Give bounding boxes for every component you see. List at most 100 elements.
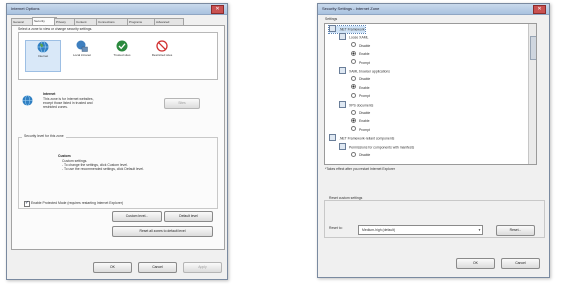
setting-option[interactable]: Enable (351, 84, 370, 92)
security-panel: Select a zone to view or change security… (11, 25, 225, 250)
radio-icon (351, 151, 356, 157)
chevron-down-icon: ▼ (478, 228, 481, 232)
protected-mode-checkbox[interactable] (24, 200, 30, 207)
setting-label: Prompt (359, 94, 370, 99)
title-bar: Internet Options ✕ (7, 4, 227, 15)
security-settings-dialog: Security Settings - Internet Zone ✕ Sett… (317, 3, 550, 278)
settings-group-icon (339, 67, 346, 74)
radio-icon (351, 92, 356, 98)
radio-icon (351, 42, 356, 48)
close-button[interactable]: ✕ (211, 5, 224, 14)
default-level-button[interactable]: Default level (164, 211, 213, 222)
radio-icon (351, 126, 356, 132)
settings-category-icon (329, 134, 336, 142)
setting-option[interactable]: Disable (351, 151, 371, 159)
setting-option[interactable]: Prompt (351, 92, 370, 100)
setting-group: Permissions for components with manifest… (339, 142, 415, 151)
setting-option[interactable]: Enable (351, 50, 370, 58)
settings-group-icon (339, 142, 346, 150)
radio-selected-icon (351, 50, 356, 56)
reset-to-value: Medium-high (default) (362, 228, 395, 232)
settings-tree: .NET Framework Loose XAML Disable Enable Pro… (324, 23, 537, 165)
zone-local-intranet[interactable]: Local intranet (65, 40, 99, 70)
reset-custom-label: Reset custom settings (327, 196, 365, 200)
setting-option[interactable]: Prompt (351, 126, 370, 134)
sites-button[interactable]: Sites (164, 98, 200, 109)
zone-label: Trusted sites (113, 53, 131, 57)
reset-to-select[interactable]: Medium-high (default) ▼ (358, 225, 483, 235)
custom-level-button[interactable]: Custom level... (112, 211, 162, 222)
zone-label: Local intranet (72, 53, 91, 57)
restart-note: *Takes effect after you restart Internet… (325, 167, 396, 171)
close-button[interactable]: ✕ (533, 5, 546, 14)
setting-category: .NET Framework (328, 25, 366, 34)
setting-label: .NET Framework-reliant components (339, 136, 395, 141)
reset-to-label: Reset to: (329, 226, 343, 230)
custom-line: - To use the recommended settings, click… (62, 167, 144, 171)
settings-label: Settings (325, 17, 338, 21)
internet-options-dialog: Internet Options ✕ General Security Priv… (6, 3, 228, 280)
setting-option[interactable]: Disable (351, 76, 370, 83)
setting-label: Enable (359, 85, 370, 90)
tab-strip: General Security Privacy Content Connect… (11, 17, 223, 26)
setting-option[interactable]: Disable (351, 109, 371, 117)
security-level-label: Security level for this zone (22, 134, 66, 138)
zone-list: Internet Local intranet Trusted sites Re… (18, 32, 218, 80)
settings-category-icon (329, 25, 336, 32)
tab-advanced[interactable]: Advanced (154, 18, 184, 25)
dialog-title: Internet Options (11, 6, 40, 11)
cancel-button[interactable]: Cancel (138, 262, 177, 273)
setting-option[interactable]: Enable (351, 118, 370, 125)
scrollbar-thumb[interactable] (530, 36, 536, 60)
setting-option[interactable]: Prompt (351, 59, 370, 67)
zone-title: Internet (43, 92, 56, 96)
zone-trusted-sites[interactable]: Trusted sites (105, 40, 139, 70)
setting-label: Prompt (359, 127, 370, 132)
setting-group: XPS documents (339, 100, 373, 109)
setting-group: XAML browser applications (339, 67, 390, 75)
setting-label: XAML browser applications (349, 69, 390, 74)
setting-category: .NET Framework-reliant components (329, 134, 395, 142)
reset-button[interactable]: Reset... (496, 225, 535, 236)
setting-group: Loose XAML (339, 33, 369, 41)
custom-title: Custom (58, 154, 71, 158)
radio-icon (351, 59, 356, 65)
cancel-button[interactable]: Cancel (501, 258, 540, 269)
tab-programs[interactable]: Programs (127, 18, 157, 25)
zone-label: Restricted sites (151, 53, 173, 57)
tab-connections[interactable]: Connections (96, 18, 130, 25)
tree-scrollbar[interactable] (528, 24, 536, 164)
ok-button[interactable]: OK (456, 258, 495, 269)
setting-label: Loose XAML (349, 35, 369, 40)
setting-option[interactable]: Disable (351, 42, 371, 50)
setting-label: Prompt (359, 60, 370, 65)
setting-label: Enable (359, 119, 370, 124)
security-level-group (18, 137, 218, 209)
apply-button[interactable]: Apply (183, 262, 222, 273)
dialog-title: Security Settings - Internet Zone (322, 6, 380, 11)
settings-group-icon (339, 33, 346, 41)
setting-label: Disable (359, 153, 371, 157)
zone-label: Internet (37, 54, 49, 58)
setting-label: .NET Framework (339, 27, 365, 32)
setting-label: Enable (359, 52, 370, 57)
radio-selected-icon (351, 84, 356, 90)
reset-all-zones-button[interactable]: Reset all zones to default level (112, 226, 213, 237)
ok-button[interactable]: OK (93, 262, 132, 273)
setting-label: Permissions for components with manifest… (349, 144, 415, 149)
globe-icon (37, 41, 49, 53)
zone-internet[interactable]: Internet (25, 40, 61, 72)
setting-label: Disable (359, 111, 371, 115)
setting-label: Disable (359, 43, 371, 48)
restricted-sites-icon (156, 40, 168, 52)
zone-description-line: restricted zones. (43, 105, 68, 109)
zone-prompt: Select a zone to view or change security… (18, 27, 93, 31)
setting-label: Disable (359, 77, 371, 82)
trusted-sites-icon (116, 40, 128, 52)
radio-icon (351, 109, 356, 115)
zone-restricted-sites[interactable]: Restricted sites (145, 40, 179, 70)
radio-icon (351, 76, 356, 81)
intranet-icon (76, 40, 88, 52)
title-bar: Security Settings - Internet Zone ✕ (318, 4, 549, 15)
settings-group-icon (339, 100, 346, 108)
